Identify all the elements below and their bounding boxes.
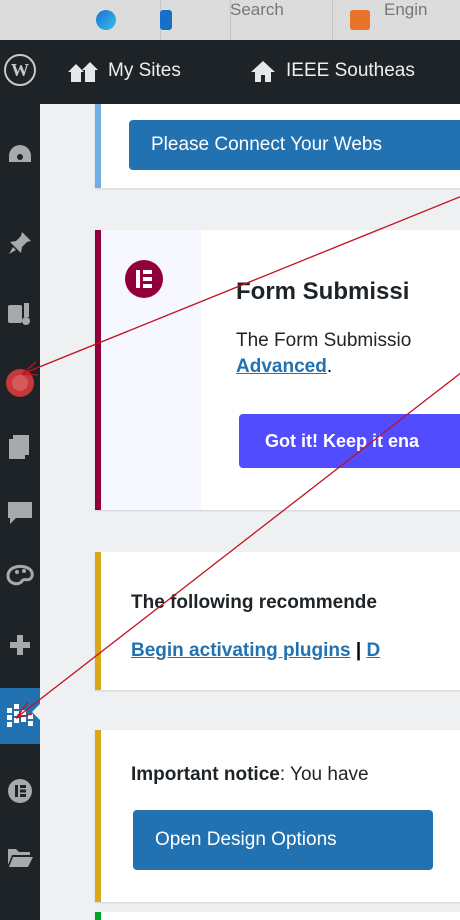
comments-icon <box>8 502 32 524</box>
browser-tab-strip: Search Engin <box>0 0 460 40</box>
sidebar-item-appearance[interactable] <box>0 552 40 598</box>
admin-bar: W My Sites IEEE Southeas <box>0 40 460 104</box>
success-notice <box>95 912 460 920</box>
elementor-logo-icon <box>125 260 163 298</box>
browser-tab-edge[interactable] <box>70 0 161 40</box>
home-icon <box>248 57 278 85</box>
notice-title: Form Submissi <box>236 278 410 305</box>
pages-icon <box>9 435 29 459</box>
recommended-plugins-notice: The following recommende Begin activatin… <box>95 552 460 690</box>
elementor-icon <box>8 779 32 803</box>
keep-enabled-button[interactable]: Got it! Keep it ena <box>239 414 460 468</box>
browser-tab-bing[interactable] <box>160 0 231 40</box>
sidebar-item-folders[interactable] <box>0 834 40 880</box>
appearance-icon <box>6 564 34 586</box>
sidebar-item-comments[interactable] <box>0 490 40 536</box>
sidebar-item-elementor[interactable] <box>0 768 40 814</box>
my-sites-label: My Sites <box>108 60 181 81</box>
sidebar-item-pages[interactable] <box>0 424 40 470</box>
grid-chart-icon <box>7 704 33 727</box>
dismiss-link[interactable]: D <box>366 640 380 661</box>
dashboard-icon <box>9 145 31 162</box>
notice-link-line: Advanced. <box>236 356 332 378</box>
sidebar-item-add[interactable] <box>0 622 40 668</box>
important-label: Important notice <box>131 764 280 785</box>
important-text: : You have <box>279 764 369 785</box>
sidebar-item-posts[interactable] <box>0 220 40 266</box>
edge-icon <box>96 10 116 30</box>
advanced-link[interactable]: Advanced <box>236 356 327 377</box>
sidebar-item-plugin-alert[interactable] <box>0 360 40 406</box>
admin-sidebar <box>0 104 40 920</box>
link-separator: | <box>350 640 367 661</box>
link-suffix: . <box>326 356 333 377</box>
open-design-options-button[interactable]: Open Design Options <box>133 810 433 870</box>
media-icon <box>8 303 30 325</box>
connect-notice: Please Connect Your Webs <box>95 104 460 188</box>
recommended-links: Begin activating plugins | D <box>131 640 380 662</box>
pin-icon <box>9 232 31 254</box>
browser-tab-label: Engin <box>384 0 428 19</box>
recommended-text: The following recommende <box>131 592 377 613</box>
my-sites-icon <box>66 57 100 85</box>
my-sites-menu[interactable]: My Sites <box>66 54 181 88</box>
begin-activating-link[interactable]: Begin activating plugins <box>131 640 351 661</box>
sidebar-item-media[interactable] <box>0 290 40 336</box>
connect-website-button[interactable]: Please Connect Your Webs <box>129 120 460 170</box>
important-notice-text: Important notice: You have <box>131 764 369 786</box>
wordpress-logo-icon[interactable]: W <box>4 54 36 86</box>
site-name-label: IEEE Southeas <box>286 60 415 81</box>
plugin-alert-icon <box>6 369 34 397</box>
browser-tab-label: Search <box>230 0 284 19</box>
content-area: Please Connect Your Webs Form Submissi T… <box>40 104 460 920</box>
site-name-menu[interactable]: IEEE Southeas <box>248 54 415 88</box>
form-submission-notice: Form Submissi The Form Submissio Advance… <box>95 230 460 510</box>
browser-tab-search[interactable]: Search <box>230 0 333 40</box>
sidebar-item-dashboard[interactable] <box>0 132 40 178</box>
sidebar-item-grid-chart[interactable] <box>0 688 40 744</box>
bing-icon <box>160 10 172 30</box>
plus-icon <box>10 635 30 655</box>
notice-text: The Form Submissio <box>236 330 412 351</box>
browser-tab-engin[interactable]: Engin <box>332 0 460 40</box>
important-notice: Important notice: You have Open Design O… <box>95 730 460 902</box>
app-icon <box>350 10 370 30</box>
folder-icon <box>8 849 33 867</box>
